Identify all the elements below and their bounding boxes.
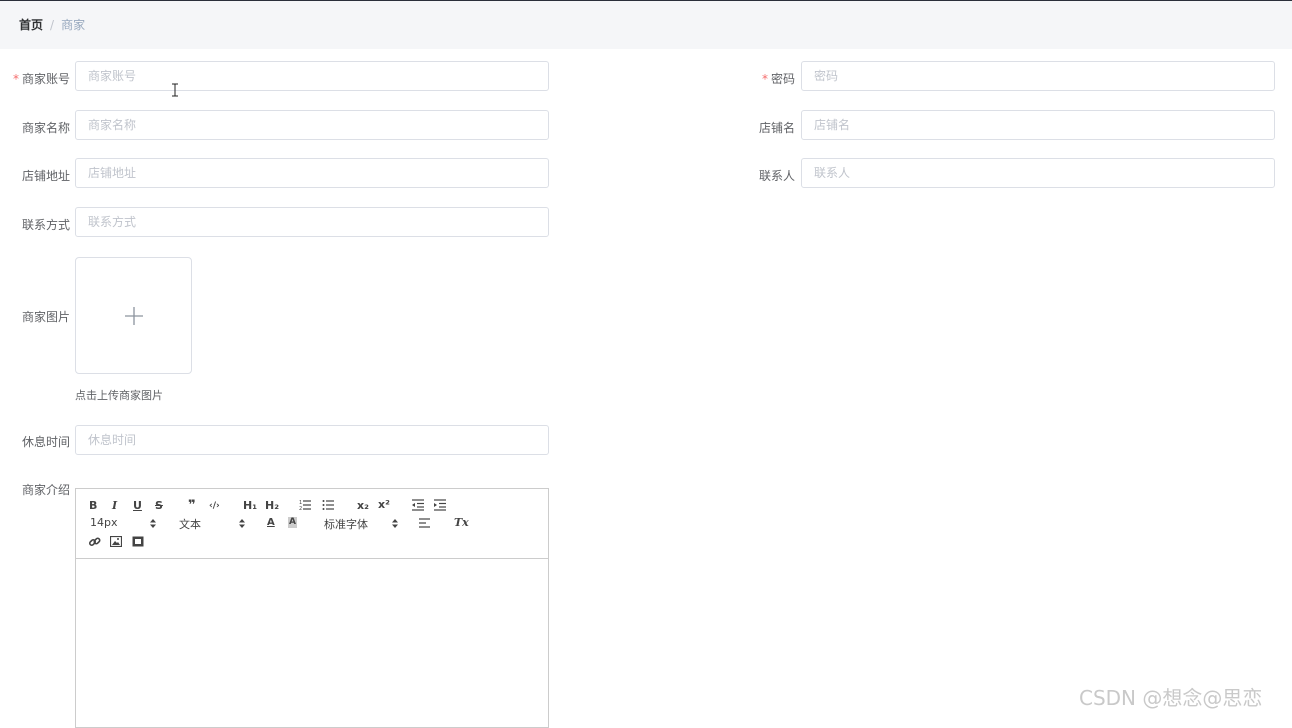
- link-icon[interactable]: [88, 536, 101, 551]
- bold-button[interactable]: B: [89, 499, 97, 513]
- image-icon[interactable]: [109, 535, 123, 550]
- rich-text-editor: B I U S ❞ ‹/› H₁ H₂ 12 x₂ x² 14px 文本 A A…: [75, 488, 549, 728]
- rest-time-input[interactable]: [75, 425, 549, 455]
- contact-method-label: 联系方式: [22, 218, 71, 232]
- select-arrows-icon: [392, 519, 398, 528]
- plus-icon: [125, 307, 143, 325]
- breadcrumb-bar: 首页 / 商家: [0, 1, 1292, 49]
- ordered-list-icon[interactable]: 12: [299, 499, 312, 514]
- watermark: CSDN @想念@思恋: [1079, 686, 1263, 710]
- merchant-name-input[interactable]: [75, 110, 549, 140]
- editor-content-area[interactable]: [76, 559, 548, 727]
- background-color-button[interactable]: A: [288, 517, 297, 528]
- align-icon[interactable]: [419, 518, 431, 532]
- size-select[interactable]: 14px: [90, 516, 156, 529]
- superscript-button[interactable]: x²: [378, 498, 390, 512]
- header-select[interactable]: 文本: [179, 516, 245, 532]
- contact-method-input[interactable]: [75, 207, 549, 237]
- underline-button[interactable]: U: [133, 499, 142, 513]
- upload-tip: 点击上传商家图片: [75, 389, 163, 402]
- required-mark: *: [13, 72, 19, 86]
- indent-icon[interactable]: [434, 499, 447, 514]
- account-input[interactable]: [75, 61, 549, 91]
- select-arrows-icon: [150, 519, 156, 528]
- editor-toolbar: B I U S ❞ ‹/› H₁ H₂ 12 x₂ x² 14px 文本 A A…: [76, 489, 548, 559]
- breadcrumb: 首页 / 商家: [19, 16, 85, 33]
- merchant-name-label: 商家名称: [22, 121, 71, 135]
- svg-text:2: 2: [299, 506, 302, 511]
- subscript-button[interactable]: x₂: [357, 499, 369, 513]
- font-color-button[interactable]: A: [267, 516, 275, 530]
- select-arrows-icon: [239, 519, 245, 528]
- shop-address-input[interactable]: [75, 158, 549, 188]
- font-select[interactable]: 标准字体: [324, 516, 400, 532]
- shop-name-label: 店铺名: [759, 121, 796, 135]
- password-label-text: 密码: [771, 72, 796, 86]
- image-upload-button[interactable]: [75, 257, 192, 374]
- account-label: * 商家账号: [13, 70, 70, 87]
- contact-person-input[interactable]: [801, 158, 1275, 188]
- rest-time-label: 休息时间: [22, 435, 71, 449]
- video-icon[interactable]: [132, 536, 144, 550]
- shop-name-input[interactable]: [801, 110, 1275, 140]
- text-cursor-icon: [172, 83, 178, 97]
- h1-button[interactable]: H₁: [243, 499, 257, 513]
- clean-format-button[interactable]: Tx: [454, 516, 469, 530]
- breadcrumb-current: 商家: [61, 18, 86, 32]
- size-select-value: 14px: [90, 516, 118, 529]
- shop-address-label: 店铺地址: [22, 169, 71, 183]
- contact-person-label: 联系人: [759, 169, 796, 183]
- bullet-list-icon[interactable]: [322, 499, 335, 514]
- password-input[interactable]: [801, 61, 1275, 91]
- required-mark: *: [762, 72, 768, 86]
- strike-button[interactable]: S: [155, 499, 163, 513]
- code-button[interactable]: ‹/›: [209, 499, 220, 513]
- breadcrumb-home[interactable]: 首页: [19, 18, 43, 32]
- breadcrumb-separator: /: [50, 18, 55, 32]
- intro-label: 商家介绍: [22, 483, 71, 497]
- italic-button[interactable]: I: [112, 499, 117, 513]
- font-select-value: 标准字体: [324, 518, 368, 531]
- merchant-image-label: 商家图片: [22, 310, 71, 324]
- password-label: * 密码: [762, 70, 795, 87]
- account-label-text: 商家账号: [22, 72, 71, 86]
- outdent-icon[interactable]: [412, 499, 425, 514]
- blockquote-button[interactable]: ❞: [188, 499, 196, 513]
- h2-button[interactable]: H₂: [265, 499, 279, 513]
- header-select-value: 文本: [179, 518, 201, 531]
